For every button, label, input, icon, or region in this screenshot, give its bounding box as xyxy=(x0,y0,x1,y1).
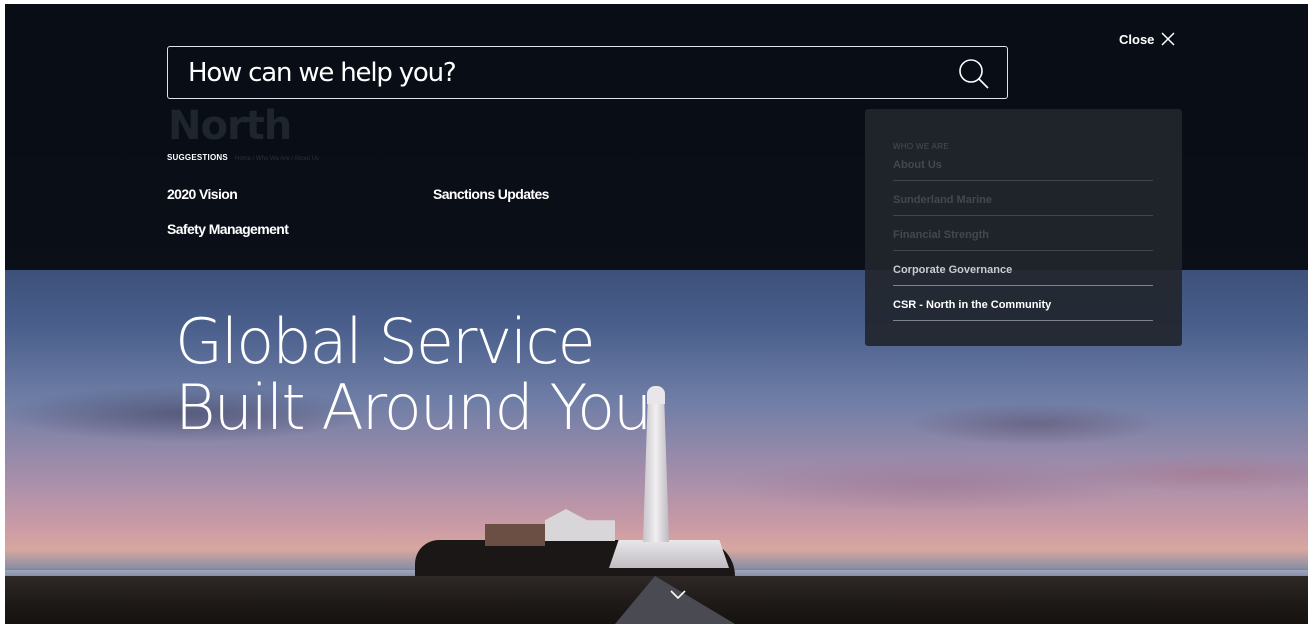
search-input[interactable] xyxy=(188,55,928,91)
who-we-are-menu: WHO WE ARE About Us Sunderland Marine Fi… xyxy=(865,109,1182,346)
menu-item-label: Sunderland Marine xyxy=(893,194,993,206)
menu-item-financial-strength[interactable]: Financial Strength xyxy=(893,216,1153,251)
menu-item-csr[interactable]: CSR - North in the Community xyxy=(893,286,1153,321)
suggestion-2020-vision[interactable]: 2020 Vision xyxy=(167,186,238,202)
search-box xyxy=(167,46,1008,99)
breadcrumb: Home / Who We Are / About Us xyxy=(235,156,319,162)
suggestion-safety-management[interactable]: Safety Management xyxy=(167,221,289,237)
menu-item-label: CSR - North in the Community xyxy=(893,299,1052,311)
chevron-down-icon[interactable] xyxy=(668,587,688,601)
suggestions-heading: SUGGESTIONS xyxy=(167,153,228,162)
menu-item-sunderland-marine[interactable]: Sunderland Marine xyxy=(893,181,1153,216)
hero-headline-line-2: Built Around You xyxy=(175,371,652,444)
menu-item-label: Financial Strength xyxy=(893,229,989,241)
lighthouse-base xyxy=(609,540,729,568)
close-icon xyxy=(1161,32,1175,46)
hero-headline-line-1: Global Service xyxy=(175,305,596,378)
hero-headline: Global Service Built Around You xyxy=(175,309,795,441)
search-icon[interactable] xyxy=(957,57,991,91)
menu-item-label: About Us xyxy=(893,159,942,171)
menu-item-corporate-governance[interactable]: Corporate Governance xyxy=(893,251,1153,286)
close-button[interactable]: Close xyxy=(1119,29,1176,49)
brand-logo: North xyxy=(168,103,292,149)
cottage-roof xyxy=(485,524,545,546)
page: Global Service Built Around You North Ho… xyxy=(5,4,1308,624)
menu-item-label: Corporate Governance xyxy=(893,264,1013,276)
close-label: Close xyxy=(1119,31,1155,47)
suggestion-sanctions-updates[interactable]: Sanctions Updates xyxy=(433,186,549,202)
menu-item-about-us[interactable]: About Us xyxy=(893,146,1153,181)
